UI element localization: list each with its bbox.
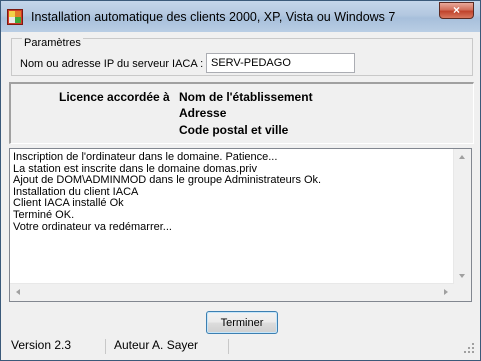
title-bar[interactable]: Installation automatique des clients 200… — [1, 1, 480, 32]
log-content: Inscription de l'ordinateur dans le doma… — [13, 151, 453, 233]
status-divider — [228, 339, 229, 354]
licence-address: Adresse — [179, 106, 227, 120]
status-author: Auteur A. Sayer — [114, 338, 199, 352]
horizontal-scrollbar[interactable] — [10, 283, 454, 301]
scroll-up-icon[interactable] — [459, 155, 465, 159]
scroll-corner — [454, 284, 471, 301]
server-input[interactable] — [206, 53, 355, 73]
licence-label: Licence accordée à — [59, 90, 170, 104]
vertical-scrollbar[interactable] — [453, 149, 471, 284]
close-icon: × — [452, 3, 460, 17]
log-line: Terminé OK. — [13, 208, 75, 221]
finish-button[interactable]: Terminer — [206, 311, 278, 334]
window-title: Installation automatique des clients 200… — [31, 10, 396, 24]
log-line: Client IACA installé Ok — [13, 197, 124, 210]
scroll-right-icon[interactable] — [444, 289, 448, 295]
status-version: Version 2.3 — [11, 338, 72, 352]
log-line: Inscription de l'ordinateur dans le doma… — [13, 151, 278, 163]
status-divider — [105, 339, 106, 354]
close-button[interactable]: × — [439, 2, 474, 19]
scroll-left-icon[interactable] — [16, 289, 20, 295]
client-area: Paramètres Nom ou adresse IP du serveur … — [8, 32, 475, 355]
scroll-down-icon[interactable] — [459, 274, 465, 278]
licence-panel: Licence accordée à Nom de l'établissemen… — [9, 82, 474, 144]
server-label: Nom ou adresse IP du serveur IACA : — [20, 58, 204, 70]
licence-city: Code postal et ville — [179, 123, 289, 137]
installer-icon — [7, 9, 23, 25]
log-line: Votre ordinateur va redémarrer... — [13, 220, 172, 233]
licence-name: Nom de l'établissement — [179, 90, 313, 104]
log-textarea[interactable]: Inscription de l'ordinateur dans le doma… — [9, 148, 472, 302]
app-window: Installation automatique des clients 200… — [0, 0, 481, 361]
parameters-group: Paramètres Nom ou adresse IP du serveur … — [11, 38, 473, 76]
parameters-legend: Paramètres — [22, 37, 83, 49]
resize-grip-icon[interactable] — [464, 343, 474, 353]
status-bar: Version 2.3 Auteur A. Sayer — [8, 337, 475, 355]
